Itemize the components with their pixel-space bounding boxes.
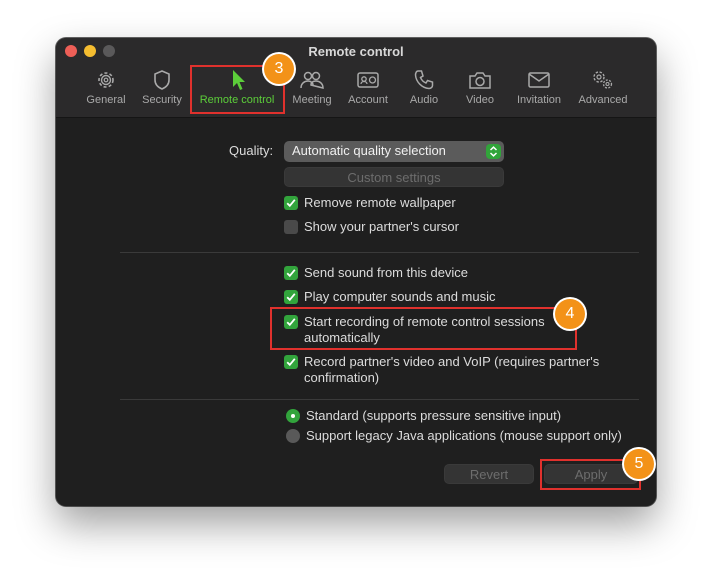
window-title: Remote control bbox=[308, 44, 404, 59]
remove-wallpaper-checkbox[interactable] bbox=[284, 196, 298, 210]
tab-label: Account bbox=[348, 94, 388, 106]
tab-meeting[interactable]: Meeting bbox=[286, 68, 338, 112]
tab-label: Security bbox=[142, 94, 182, 106]
updown-chevron-icon bbox=[486, 144, 501, 159]
tab-video[interactable]: Video bbox=[456, 68, 504, 112]
tab-label: Video bbox=[466, 94, 494, 106]
tab-label: Invitation bbox=[516, 94, 562, 106]
section-divider bbox=[120, 399, 639, 400]
standard-input-label: Standard (supports pressure sensitive in… bbox=[306, 408, 562, 423]
quality-select[interactable]: Automatic quality selection bbox=[284, 141, 504, 162]
send-sound-checkbox[interactable] bbox=[284, 266, 298, 280]
record-partner-video-label: Record partner's video and VoIP (require… bbox=[304, 354, 600, 369]
step-4-badge: 4 bbox=[555, 299, 585, 329]
quality-select-value: Automatic quality selection bbox=[292, 143, 446, 158]
section-divider bbox=[120, 252, 639, 253]
play-computer-sounds-label: Play computer sounds and music bbox=[304, 289, 496, 304]
quality-label: Quality: bbox=[229, 143, 274, 158]
tab-label: Audio bbox=[409, 94, 439, 106]
custom-settings-button[interactable]: Custom settings bbox=[284, 167, 504, 187]
revert-button[interactable]: Revert bbox=[444, 464, 534, 484]
shield-icon bbox=[136, 68, 188, 92]
record-partner-video-checkbox[interactable] bbox=[284, 355, 298, 369]
step-3-badge: 3 bbox=[264, 54, 294, 84]
tab-general[interactable]: General bbox=[80, 68, 132, 112]
record-partner-video-label-line2: confirmation) bbox=[304, 370, 380, 385]
people-icon bbox=[286, 68, 338, 92]
standard-input-radio[interactable] bbox=[286, 409, 300, 423]
preferences-window: Remote control General Security Remote c… bbox=[56, 38, 656, 506]
envelope-icon bbox=[512, 68, 566, 92]
tab-account[interactable]: Account bbox=[342, 68, 394, 112]
tab-advanced[interactable]: Advanced bbox=[572, 68, 634, 112]
tab-security[interactable]: Security bbox=[136, 68, 188, 112]
show-partner-cursor-checkbox[interactable] bbox=[284, 220, 298, 234]
gear-icon bbox=[80, 68, 132, 92]
show-partner-cursor-label: Show your partner's cursor bbox=[304, 219, 459, 234]
tab-invitation[interactable]: Invitation bbox=[512, 68, 566, 112]
tab-label: General bbox=[86, 94, 126, 106]
play-computer-sounds-checkbox[interactable] bbox=[284, 290, 298, 304]
tab-audio[interactable]: Audio bbox=[400, 68, 448, 112]
step-5-badge: 5 bbox=[624, 449, 654, 479]
title-bar: Remote control General Security Remote c… bbox=[56, 38, 656, 118]
phone-icon bbox=[400, 68, 448, 92]
gears-icon bbox=[572, 68, 634, 92]
send-sound-label: Send sound from this device bbox=[304, 265, 469, 280]
legacy-java-label: Support legacy Java applications (mouse … bbox=[306, 428, 622, 443]
legacy-java-radio[interactable] bbox=[286, 429, 300, 443]
remove-wallpaper-label: Remove remote wallpaper bbox=[304, 195, 456, 210]
tab-label: Advanced bbox=[578, 94, 628, 106]
step-4-highlight bbox=[270, 307, 577, 350]
tab-label: Meeting bbox=[292, 94, 332, 106]
id-card-icon bbox=[342, 68, 394, 92]
camera-icon bbox=[456, 68, 504, 92]
